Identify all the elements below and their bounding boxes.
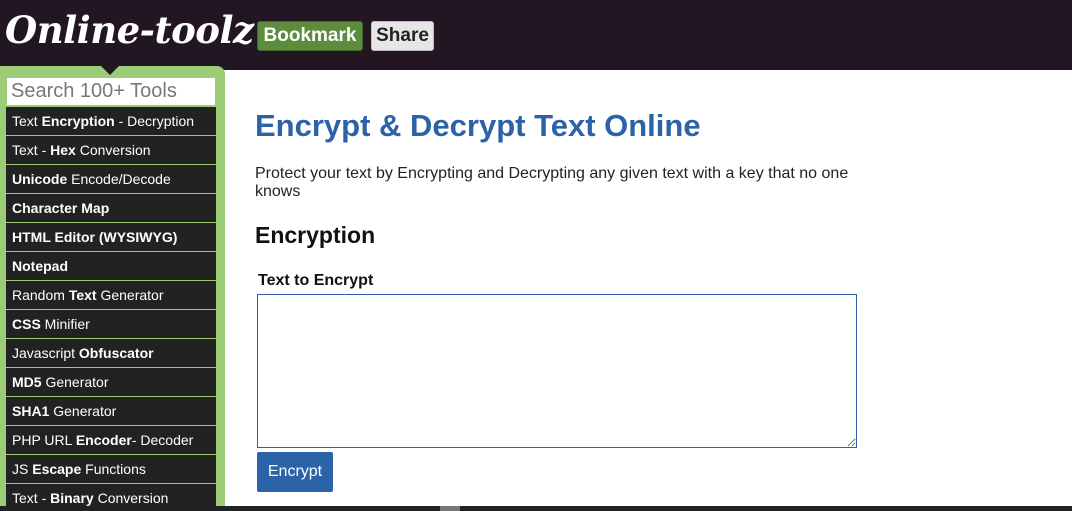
sidebar-tool-item[interactable]: MD5 Generator [6, 368, 216, 397]
tool-item-text: SHA1 [12, 403, 50, 419]
tool-item-text: Unicode [12, 171, 68, 187]
tool-item-text: HTML Editor (WYSIWYG) [12, 229, 178, 245]
sidebar-tool-item[interactable]: Javascript Obfuscator [6, 339, 216, 368]
tool-item-text: Generator [49, 403, 117, 419]
sidebar-tool-item[interactable]: Text - Hex Conversion [6, 136, 216, 165]
tool-item-text: Conversion [75, 142, 151, 158]
tool-item-text: JS [12, 461, 33, 477]
tools-list: Text Encryption - Decryption Text - Hex C… [6, 107, 216, 511]
tool-item-text: - Decryption [114, 113, 195, 129]
sidebar-tool-item[interactable]: SHA1 Generator [6, 397, 216, 426]
tool-item-text: Encode/Decode [67, 171, 171, 187]
tool-item-text: Text - [12, 490, 51, 506]
sidebar-caret-icon [101, 66, 119, 75]
sidebar-tool-item[interactable]: Text Encryption - Decryption [6, 107, 216, 136]
sidebar-tool-item[interactable]: Random Text Generator [6, 281, 216, 310]
tool-item-text: Encryption [41, 113, 115, 129]
tool-item-text: Escape [32, 461, 82, 477]
tool-item-text: Encoder [75, 432, 132, 448]
tool-search-input[interactable] [6, 77, 216, 106]
page-description: Protect your text by Encrypting and Decr… [255, 165, 849, 200]
tool-item-text: Notepad [12, 258, 68, 274]
section-title-encryption: Encryption [255, 222, 376, 248]
tool-item-text: MD5 [12, 374, 42, 390]
tool-item-text: PHP URL [12, 432, 76, 448]
tool-item-text: Character Map [12, 200, 110, 216]
sidebar-tool-item[interactable]: Unicode Encode/Decode [6, 165, 216, 194]
tool-item-text: Random [12, 287, 69, 303]
page-title: Encrypt & Decrypt Text Online [255, 108, 701, 143]
tool-item-text: Text [68, 287, 97, 303]
top-header: Online-toolz Bookmark Share [0, 0, 1072, 70]
sidebar-tool-item[interactable]: Character Map [6, 194, 216, 223]
text-to-encrypt-label: Text to Encrypt [258, 272, 374, 289]
tool-item-text: Binary [50, 490, 94, 506]
bookmark-button[interactable]: Bookmark [257, 21, 363, 51]
tool-item-text: Generator [96, 287, 164, 303]
sidebar-tool-item[interactable]: PHP URL Encoder- Decoder [6, 426, 216, 455]
sidebar-tool-item[interactable]: Notepad [6, 252, 216, 281]
bottom-scroll-strip [0, 506, 1072, 511]
tool-item-text: Javascript [12, 345, 79, 361]
tool-item-text: Text - [12, 142, 51, 158]
text-to-encrypt-textarea[interactable] [257, 294, 857, 448]
sidebar-tool-item[interactable]: HTML Editor (WYSIWYG) [6, 223, 216, 252]
tool-item-text: Obfuscator [78, 345, 154, 361]
tool-item-text: - Decoder [131, 432, 194, 448]
tool-item-text: Conversion [93, 490, 169, 506]
sidebar-tool-item[interactable]: JS Escape Functions [6, 455, 216, 484]
tool-item-text: Minifier [40, 316, 90, 332]
tool-item-text: Generator [41, 374, 109, 390]
tool-item-text: CSS [12, 316, 41, 332]
sidebar-tool-item[interactable]: CSS Minifier [6, 310, 216, 339]
bottom-scroll-thumb[interactable] [440, 506, 460, 511]
share-button[interactable]: Share [371, 21, 434, 51]
tool-item-text: Functions [81, 461, 146, 477]
encrypt-button[interactable]: Encrypt [257, 452, 333, 492]
site-logo[interactable]: Online-toolz [5, 8, 254, 52]
main-content: Encrypt & Decrypt Text Online Protect yo… [225, 70, 1072, 506]
tool-item-text: Text [12, 113, 42, 129]
tool-item-text: Hex [50, 142, 76, 158]
